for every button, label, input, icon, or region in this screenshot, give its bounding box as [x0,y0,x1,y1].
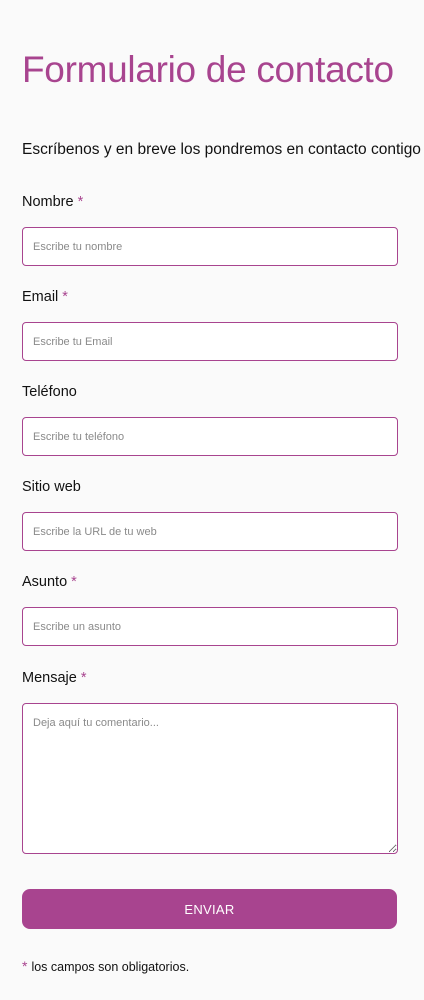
required-fields-note: * los campos son obligatorios. [22,958,189,974]
telefono-label-text: Teléfono [22,384,77,400]
email-input[interactable] [22,322,398,361]
required-note-text: los campos son obligatorios. [31,960,190,974]
nombre-label: Nombre * [22,193,398,211]
email-label-text: Email [22,289,59,305]
field-asunto: Asunto * [22,573,398,646]
email-label: Email * [22,288,398,306]
nombre-input[interactable] [22,227,398,266]
form-subtitle: Escríbenos y en breve los pondremos en c… [22,141,421,158]
asunto-label-text: Asunto [22,574,68,590]
required-marker: * [22,958,28,974]
required-marker: * [62,289,68,305]
telefono-label: Teléfono [22,383,398,401]
asunto-label: Asunto * [22,573,398,591]
required-marker: * [77,194,84,210]
field-nombre: Nombre * [22,193,398,266]
mensaje-textarea[interactable] [22,703,398,854]
required-marker: * [80,670,87,686]
sitio-web-input[interactable] [22,512,398,551]
sitio-web-label: Sitio web [22,478,398,496]
submit-button[interactable]: ENVIAR [22,889,397,929]
field-email: Email * [22,288,398,361]
field-telefono: Teléfono [22,383,398,456]
contact-form-page: Formulario de contacto Escríbenos y en b… [0,0,424,1000]
asunto-input[interactable] [22,607,398,646]
page-title: Formulario de contacto [22,49,394,90]
mensaje-label-text: Mensaje [22,670,77,686]
telefono-input[interactable] [22,417,398,456]
mensaje-label: Mensaje * [22,669,398,687]
sitio-web-label-text: Sitio web [22,479,81,495]
required-marker: * [71,574,77,590]
field-sitio-web: Sitio web [22,478,398,551]
nombre-label-text: Nombre [22,194,74,210]
field-mensaje: Mensaje * [22,669,398,854]
